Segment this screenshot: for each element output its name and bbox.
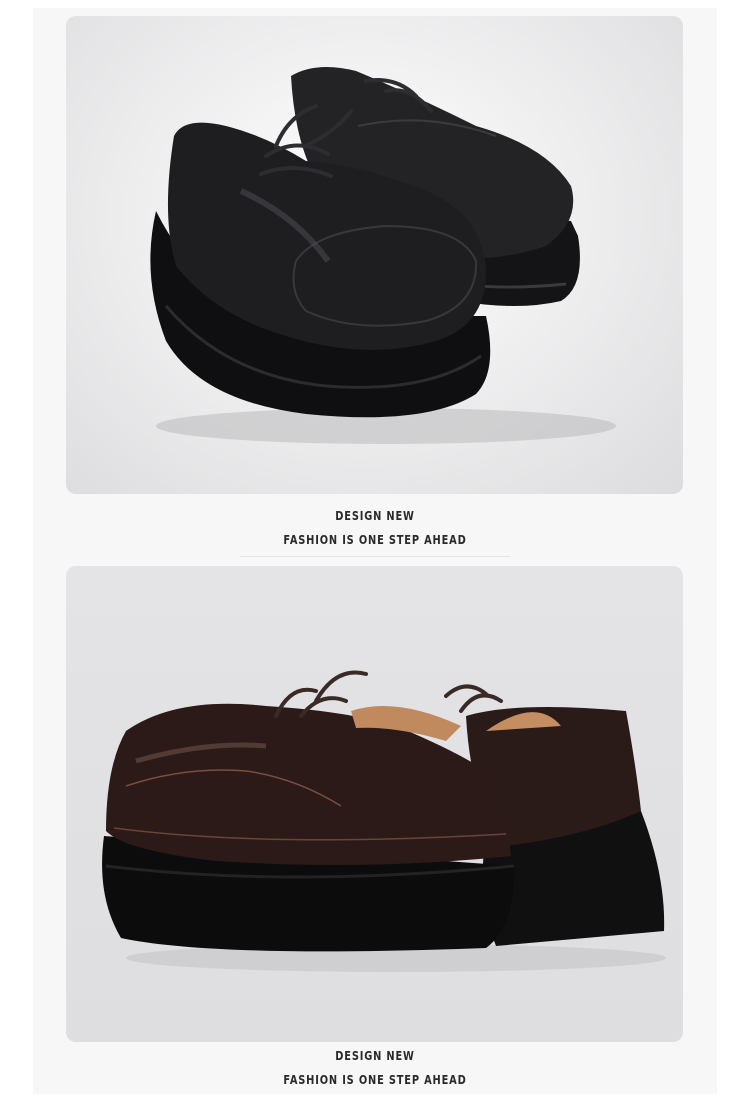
caption-1: DESIGN NEW FASHION IS ONE STEP AHEAD <box>0 506 750 551</box>
caption-2: DESIGN NEW FASHION IS ONE STEP AHEAD <box>0 1046 750 1091</box>
brown-shoes-illustration <box>102 670 666 972</box>
black-shoes-illustration <box>150 67 616 444</box>
product-image-black-shoes <box>66 16 683 494</box>
caption-line1: DESIGN NEW <box>335 1049 415 1063</box>
caption-line2: FASHION IS ONE STEP AHEAD <box>283 533 467 547</box>
caption-line1: DESIGN NEW <box>335 509 415 523</box>
divider <box>240 556 510 557</box>
product-image-brown-shoes <box>66 566 683 1042</box>
product-detail-page: DESIGN NEW FASHION IS ONE STEP AHEAD DES… <box>0 0 750 1099</box>
caption-line2: FASHION IS ONE STEP AHEAD <box>283 1073 467 1087</box>
